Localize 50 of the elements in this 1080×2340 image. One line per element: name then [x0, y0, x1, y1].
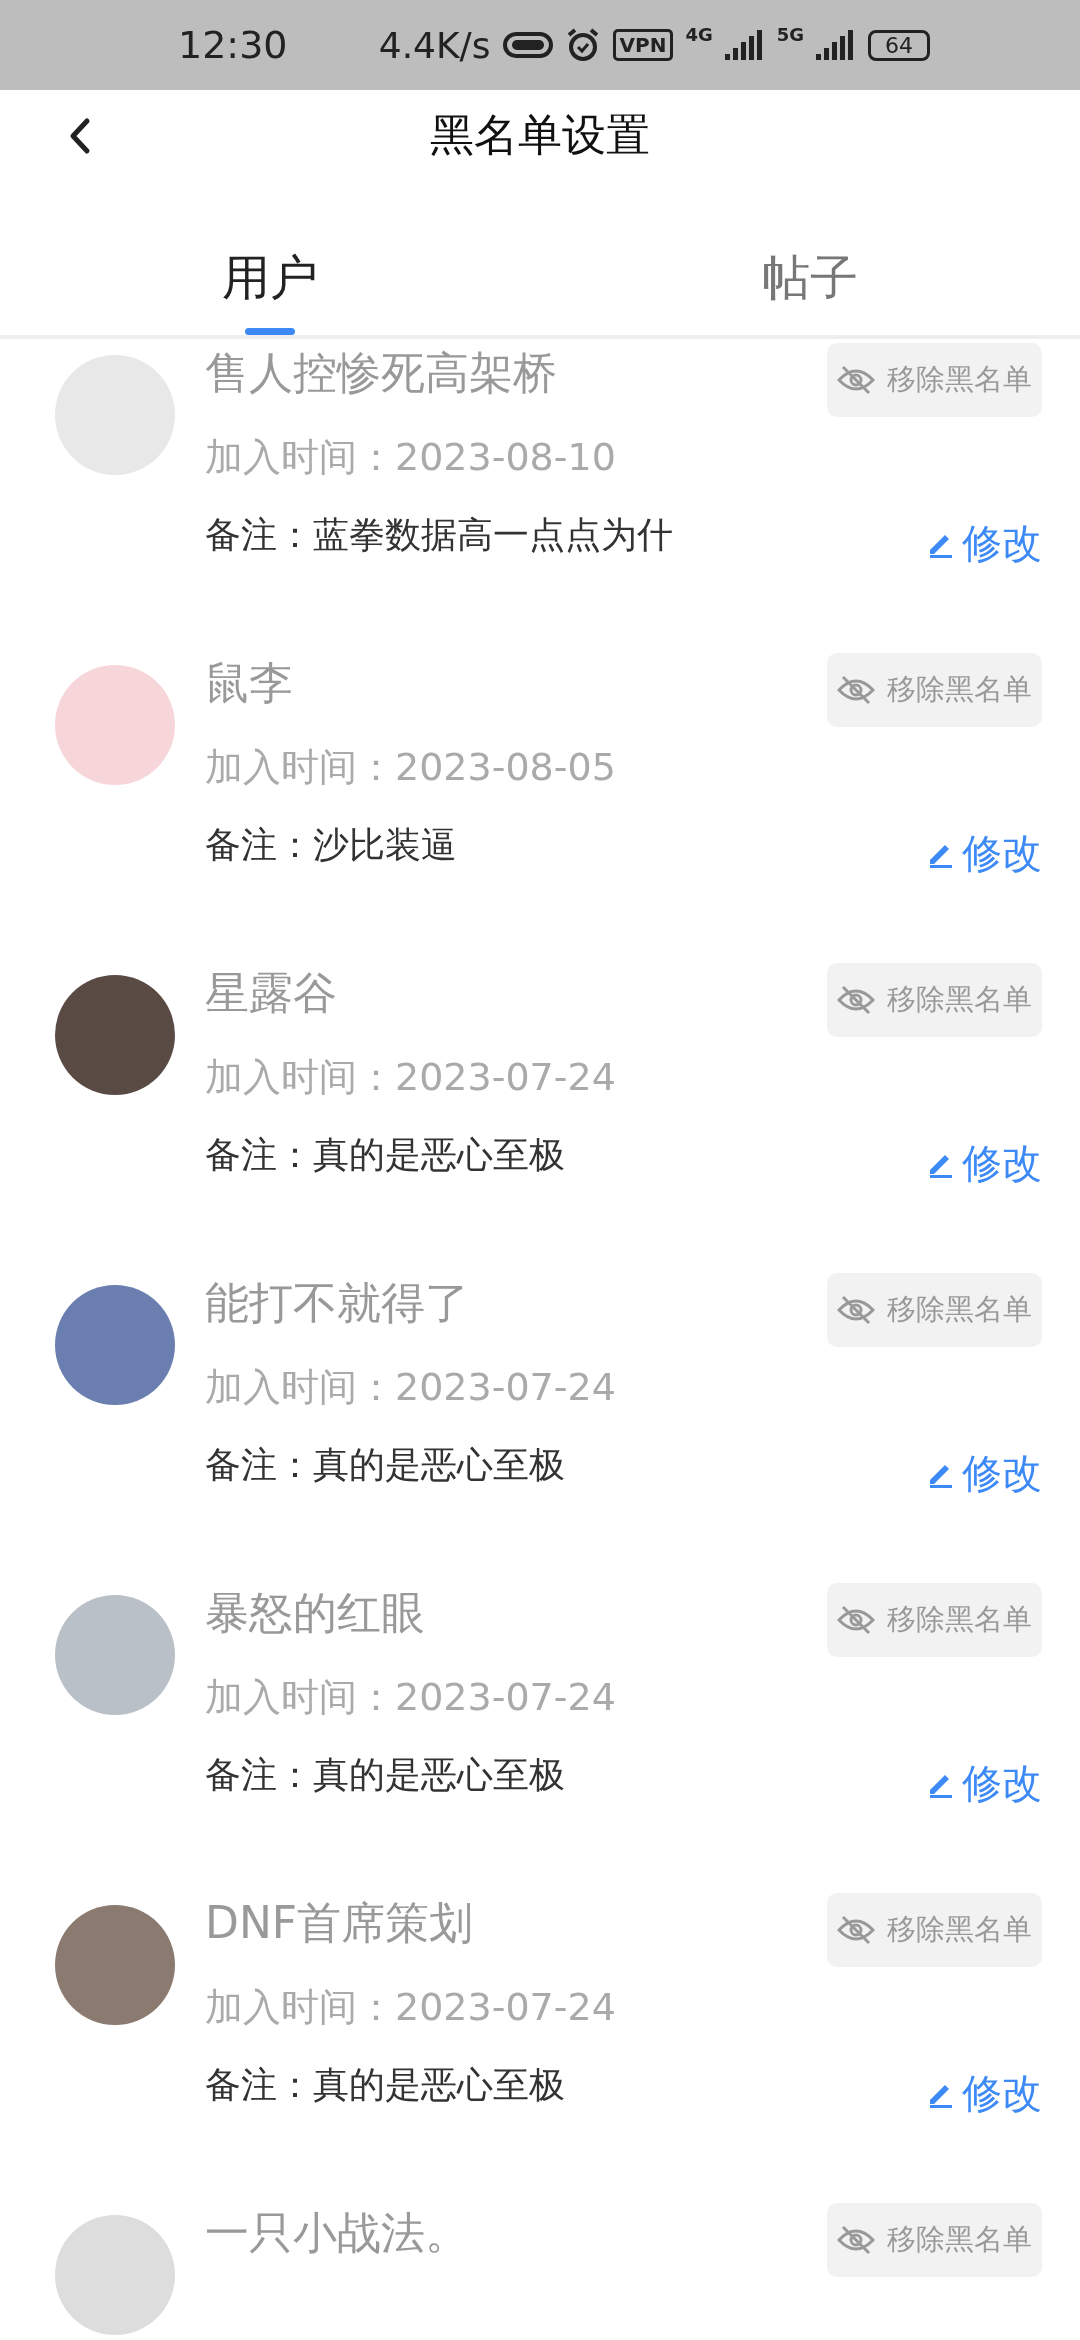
remark-text: 备注：真的是恶心至极	[205, 1752, 565, 1797]
remove-blacklist-button[interactable]: 移除黑名单	[827, 963, 1042, 1037]
user-name: 鼠李	[205, 655, 293, 710]
remark-text: 备注：真的是恶心至极	[205, 1132, 565, 1177]
signal-icon	[724, 30, 765, 60]
network-speed: 4.4K/s	[378, 24, 491, 66]
user-name: DNF首席策划	[205, 1895, 474, 1950]
remove-blacklist-button[interactable]: 移除黑名单	[827, 1273, 1042, 1347]
join-date: 加入时间：2023-08-05	[205, 744, 617, 791]
edit-button[interactable]: 修改	[926, 825, 1042, 881]
join-date: 加入时间：2023-07-24	[205, 1674, 617, 1721]
edit-button[interactable]: 修改	[926, 1755, 1042, 1811]
user-name: 售人控惨死高架桥	[205, 345, 557, 400]
battery-indicator: 64	[868, 29, 930, 61]
eye-slash-icon	[837, 2225, 875, 2255]
network-type: 5G	[776, 24, 804, 45]
eye-slash-icon	[837, 1295, 875, 1325]
remark-text: 备注：蓝拳数据高一点点为什	[205, 512, 673, 557]
join-date: 加入时间：2023-07-24	[205, 1054, 617, 1101]
join-date: 加入时间：2023-07-24	[205, 1984, 617, 2031]
remark-text: 备注：真的是恶心至极	[205, 1442, 565, 1487]
vpn-badge: VPN	[612, 29, 674, 61]
join-date: 加入时间：2023-08-10	[205, 434, 617, 481]
user-name: 能打不就得了	[205, 1275, 469, 1330]
edit-button[interactable]: 修改	[926, 2065, 1042, 2121]
status-time: 12:30	[178, 23, 289, 67]
remove-blacklist-button[interactable]: 移除黑名单	[827, 1893, 1042, 1967]
remark-text: 备注：沙比装逼	[205, 822, 457, 867]
remove-blacklist-button[interactable]: 移除黑名单	[827, 343, 1042, 417]
edit-button[interactable]: 修改	[926, 515, 1042, 571]
user-name: 暴怒的红眼	[205, 1585, 425, 1640]
network-type: 4G	[685, 24, 713, 45]
eye-slash-icon	[837, 1605, 875, 1635]
remove-blacklist-button[interactable]: 移除黑名单	[827, 653, 1042, 727]
eye-slash-icon	[837, 1915, 875, 1945]
page-title: 黑名单设置	[430, 107, 650, 162]
tab[interactable]: 用户	[0, 180, 540, 335]
join-date: 加入时间：2023-07-24	[205, 1364, 617, 1411]
edit-button[interactable]: 修改	[926, 1445, 1042, 1501]
eye-slash-icon	[837, 675, 875, 705]
user-name: 一只小战法。	[205, 2205, 469, 2260]
user-name: 星露谷	[205, 965, 337, 1020]
signal-icon	[816, 30, 856, 60]
remark-text: 备注：真的是恶心至极	[205, 2062, 565, 2107]
eye-slash-icon	[837, 365, 875, 395]
eye-slash-icon	[837, 985, 875, 1015]
remove-blacklist-button[interactable]: 移除黑名单	[827, 2203, 1042, 2277]
tab[interactable]: 帖子	[540, 180, 1080, 335]
remove-blacklist-button[interactable]: 移除黑名单	[827, 1583, 1042, 1657]
edit-button[interactable]: 修改	[926, 1135, 1042, 1191]
